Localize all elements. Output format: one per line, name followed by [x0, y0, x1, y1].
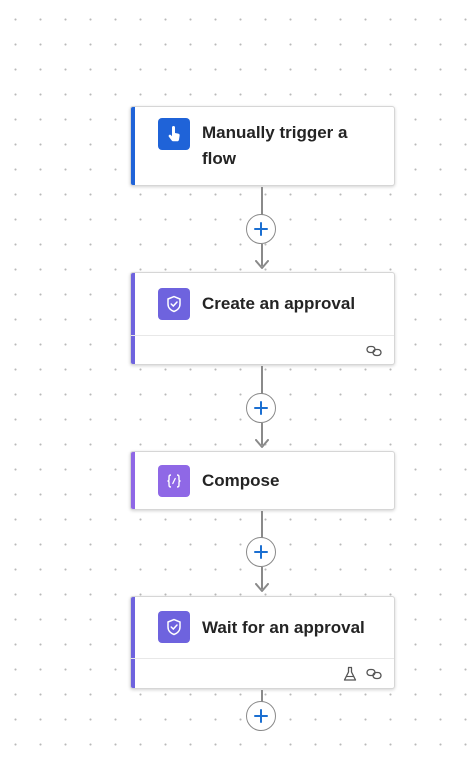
step-title: Wait for an approval [202, 617, 365, 637]
approval-icon [158, 288, 190, 320]
add-step-button[interactable] [246, 537, 276, 567]
connector-line [261, 187, 263, 215]
plus-icon [254, 545, 268, 559]
approval-icon [158, 611, 190, 643]
connector-line [261, 511, 263, 538]
link-icon[interactable] [366, 666, 382, 682]
step-card-compose[interactable]: Compose [130, 451, 395, 510]
step-title: Manually trigger a flow [202, 123, 348, 168]
connector-line [261, 366, 263, 394]
flow-canvas: Manually trigger a flow Create an approv… [0, 0, 474, 759]
add-step-button[interactable] [246, 393, 276, 423]
add-step-button[interactable] [246, 214, 276, 244]
flask-icon[interactable] [342, 666, 358, 682]
plus-icon [254, 709, 268, 723]
arrow-down-icon [255, 260, 269, 269]
step-card-trigger[interactable]: Manually trigger a flow [130, 106, 395, 186]
link-icon[interactable] [366, 343, 382, 359]
arrow-down-icon [255, 583, 269, 592]
arrow-down-icon [255, 439, 269, 448]
compose-icon [158, 465, 190, 497]
step-title: Create an approval [202, 294, 356, 313]
hand-tap-icon [158, 118, 190, 150]
step-card-wait-approval[interactable]: Wait for an approval [130, 596, 395, 689]
plus-icon [254, 401, 268, 415]
step-footer [131, 658, 394, 688]
step-card-create-approval[interactable]: Create an approval [130, 272, 395, 365]
step-footer [131, 335, 394, 364]
add-step-button[interactable] [246, 701, 276, 731]
plus-icon [254, 222, 268, 236]
step-title: Compose [202, 470, 280, 490]
